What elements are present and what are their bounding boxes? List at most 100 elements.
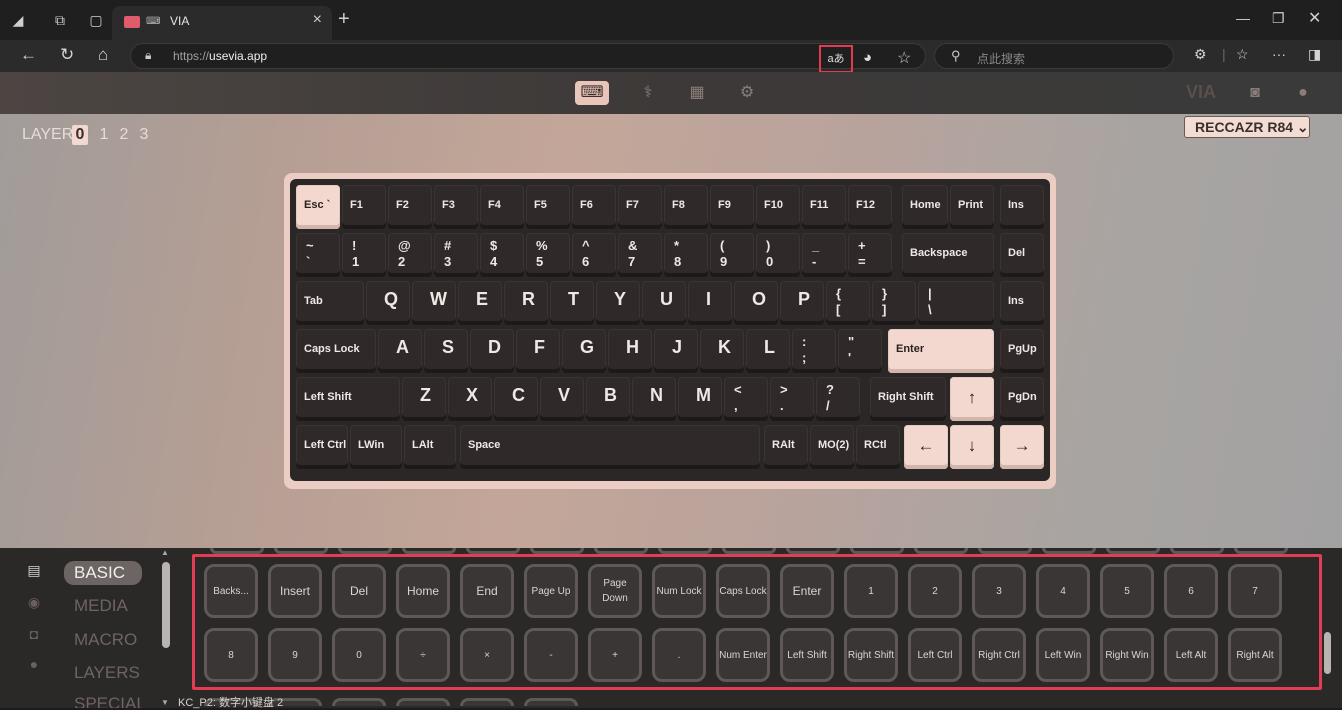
key-pgup[interactable]: PgUp: [1000, 329, 1044, 373]
keycode-kp-0[interactable]: 0: [332, 628, 386, 682]
key-r[interactable]: R: [504, 281, 548, 325]
key-tester-icon[interactable]: ⚕: [631, 81, 665, 105]
key-f11[interactable]: F11: [802, 185, 846, 229]
keycode-kp-3[interactable]: 3: [972, 564, 1026, 618]
keycode-num-lock[interactable]: Num Lock: [652, 564, 706, 618]
key-0[interactable]: ) 0: [756, 233, 800, 277]
keycode-kp-5[interactable]: 5: [1100, 564, 1154, 618]
refresh-icon[interactable]: ↻: [60, 45, 74, 65]
key-h[interactable]: H: [608, 329, 652, 373]
keycode-right-ctrl[interactable]: Right Ctrl: [972, 628, 1026, 682]
key-left-ctrl[interactable]: Left Ctrl: [296, 425, 348, 469]
keycode-left-shift[interactable]: Left Shift: [780, 628, 834, 682]
key-f2[interactable]: F2: [388, 185, 432, 229]
key-tilde[interactable]: ~ `: [296, 233, 340, 277]
key-rctl[interactable]: RCtl: [856, 425, 900, 469]
key-6[interactable]: ^ 6: [572, 233, 616, 277]
key-j[interactable]: J: [654, 329, 698, 373]
address-bar[interactable]: 🔒︎ https://usevia.app aあ ◕ ☆: [130, 43, 926, 73]
key-backslash[interactable]: | \: [918, 281, 994, 325]
category-scrollbar[interactable]: ▲ ▼: [161, 548, 171, 707]
key-equal[interactable]: + =: [848, 233, 892, 277]
key-f9[interactable]: F9: [710, 185, 754, 229]
keycode-kp-minus[interactable]: -: [524, 628, 578, 682]
discord-icon[interactable]: ◙: [1238, 81, 1272, 105]
key-w[interactable]: W: [412, 281, 456, 325]
key-u[interactable]: U: [642, 281, 686, 325]
category-macro[interactable]: MACRO: [64, 628, 142, 652]
keycode-kp-1[interactable]: 1: [844, 564, 898, 618]
keycode-right-alt[interactable]: Right Alt: [1228, 628, 1282, 682]
key-b[interactable]: B: [586, 377, 630, 421]
keycode-kp-divide[interactable]: ÷: [396, 628, 450, 682]
key-2[interactable]: @2: [388, 233, 432, 277]
lock-icon[interactable]: 🔒︎: [145, 48, 151, 63]
category-media[interactable]: MEDIA: [64, 594, 142, 618]
key-ins[interactable]: Ins: [1000, 185, 1044, 229]
key-l[interactable]: L: [746, 329, 790, 373]
keycode-scrollbar[interactable]: [1322, 550, 1332, 706]
key-9[interactable]: (9: [710, 233, 754, 277]
scrollbar-thumb[interactable]: [162, 562, 170, 648]
keycode-kp-8[interactable]: 8: [204, 628, 258, 682]
key-e[interactable]: E: [458, 281, 502, 325]
key-f[interactable]: F: [516, 329, 560, 373]
keycode-kp-plus[interactable]: +: [588, 628, 642, 682]
keycode-num-enter[interactable]: Num Enter: [716, 628, 770, 682]
key-tab[interactable]: Tab: [296, 281, 364, 325]
key-q[interactable]: Q: [366, 281, 410, 325]
key-5[interactable]: % 5: [526, 233, 570, 277]
key-f4[interactable]: F4: [480, 185, 524, 229]
key-g[interactable]: G: [562, 329, 606, 373]
keycode-end[interactable]: End: [460, 564, 514, 618]
keycode-right-shift[interactable]: Right Shift: [844, 628, 898, 682]
lightbulb-icon[interactable]: ●: [26, 656, 42, 672]
restore-icon[interactable]: ❐: [1272, 10, 1285, 27]
scrollbar-thumb[interactable]: [1324, 632, 1331, 674]
keycode-kp-4[interactable]: 4: [1036, 564, 1090, 618]
scroll-down-icon[interactable]: ▼: [161, 698, 169, 707]
key-ralt[interactable]: RAlt: [764, 425, 808, 469]
tab-close-icon[interactable]: ×: [313, 11, 322, 29]
configure-keyboard-icon[interactable]: ⌨: [575, 81, 609, 105]
keycode-enter[interactable]: Enter: [780, 564, 834, 618]
keycode-left-alt[interactable]: Left Alt: [1164, 628, 1218, 682]
key-ins-2[interactable]: Ins: [1000, 281, 1044, 325]
key-right-shift[interactable]: Right Shift: [870, 377, 946, 421]
home-icon[interactable]: ⌂: [98, 45, 108, 65]
key-f12[interactable]: F12: [848, 185, 892, 229]
key-p[interactable]: P: [780, 281, 824, 325]
key-left-arrow[interactable]: ←: [904, 425, 948, 469]
extensions-icon[interactable]: ⚙: [1194, 46, 1207, 63]
key-slash[interactable]: ? /: [816, 377, 860, 421]
key-mo2[interactable]: MO(2): [810, 425, 854, 469]
key-home[interactable]: Home: [902, 185, 948, 229]
sidebar-toggle-icon[interactable]: ◨: [1308, 46, 1321, 63]
scroll-up-icon[interactable]: ▲: [161, 548, 169, 557]
keycode-backspace[interactable]: Backs...: [204, 564, 258, 618]
settings-gear-icon[interactable]: ⚙: [730, 81, 764, 105]
key-comma[interactable]: <,: [724, 377, 768, 421]
github-icon[interactable]: ●: [1286, 81, 1320, 105]
key-8[interactable]: * 8: [664, 233, 708, 277]
key-minus[interactable]: _ -: [802, 233, 846, 277]
key-rbracket[interactable]: }]: [872, 281, 916, 325]
key-period[interactable]: >.: [770, 377, 814, 421]
key-1[interactable]: ! 1: [342, 233, 386, 277]
keycode-kp-6[interactable]: 6: [1164, 564, 1218, 618]
key-k[interactable]: K: [700, 329, 744, 373]
key-m[interactable]: M: [678, 377, 722, 421]
new-tab-icon[interactable]: +: [338, 8, 350, 31]
key-esc[interactable]: Esc `: [296, 185, 340, 229]
key-f7[interactable]: F7: [618, 185, 662, 229]
keycodes-list-icon[interactable]: ▤: [26, 562, 42, 578]
key-right-arrow[interactable]: →: [1000, 425, 1044, 469]
layer-1-button[interactable]: 1: [96, 125, 112, 145]
category-layers[interactable]: LAYERS: [64, 661, 142, 685]
device-select[interactable]: RECCAZR R84 ⌄: [1184, 116, 1310, 138]
favorite-star-icon[interactable]: ☆: [897, 48, 911, 68]
edge-copilot-icon[interactable]: ◕: [863, 49, 872, 66]
key-t[interactable]: T: [550, 281, 594, 325]
keycode-page-up[interactable]: Page Up: [524, 564, 578, 618]
key-f6[interactable]: F6: [572, 185, 616, 229]
